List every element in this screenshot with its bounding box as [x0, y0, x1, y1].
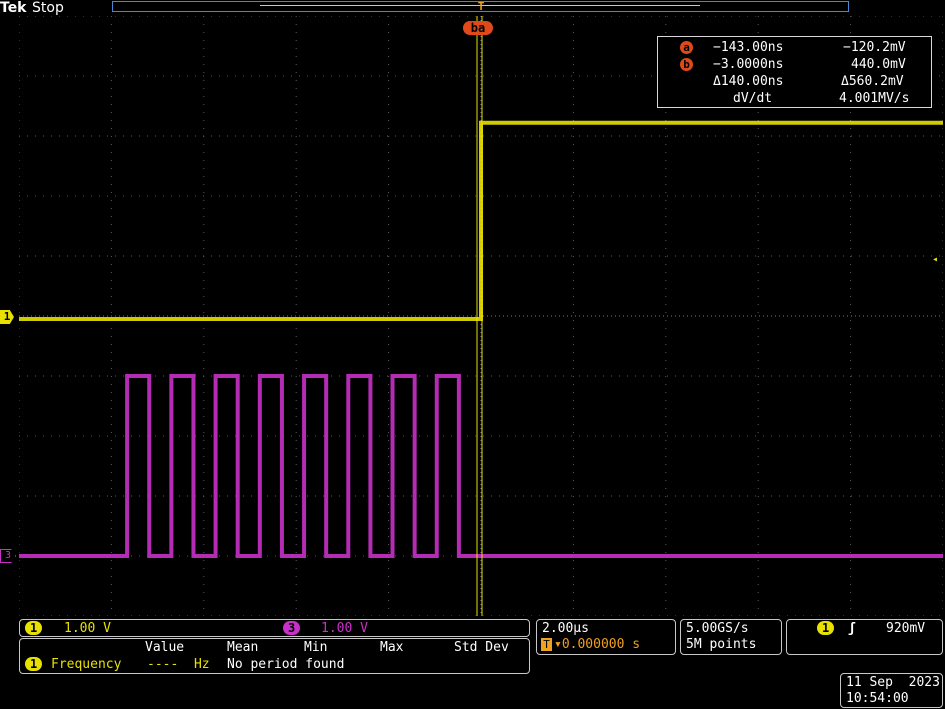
meas-status: No period found [227, 657, 345, 672]
cursor-b-value: 440.0mV [851, 57, 906, 72]
ch1-scale[interactable]: 1.00 V [64, 621, 111, 636]
traces [19, 120, 943, 558]
meas-header-mean: Mean [227, 640, 259, 655]
meas-name[interactable]: Frequency [51, 657, 121, 672]
date: 11 Sep 2023 [846, 675, 940, 690]
cursor-b-time: −3.0000ns [713, 57, 784, 72]
trigger-slope-icon: ʃ [848, 621, 856, 636]
cursor-delta-row: Δ140.00ns Δ560.2mV [658, 74, 933, 90]
trigger-delay-icon: T [541, 638, 552, 651]
cursor-b-badge: b [680, 58, 693, 71]
tek-logo: Tek [0, 0, 27, 16]
cursor-delta-value: Δ560.2mV [841, 74, 904, 89]
cursor-b-row: b −3.0000ns 440.0mV [658, 57, 933, 73]
datetime-panel: 11 Sep 2023 10:54:00 [840, 673, 943, 708]
trigger-level-marker[interactable]: ◂ [932, 255, 944, 265]
cursor-slope-value: 4.001MV/s [839, 91, 910, 106]
trigger-source-badge: 1 [817, 621, 835, 635]
meas-header-max: Max [380, 640, 404, 655]
channel-scale-panel[interactable]: 1 1.00 V 3 1.00 V [19, 619, 530, 637]
cursor-pair-badge[interactable]: ba [463, 21, 493, 35]
cursor-a-badge: a [680, 41, 693, 54]
meas-source-badge: 1 [25, 657, 43, 671]
cursor-readout[interactable]: a −143.00ns −120.2mV b −3.0000ns 440.0mV… [657, 36, 932, 108]
measurement-panel[interactable]: Value Mean Min Max Std Dev 1 Frequency -… [19, 638, 530, 674]
meas-header-min: Min [304, 640, 328, 655]
ch1-ground-marker[interactable]: 1 [0, 310, 14, 324]
trigger-delay: ▾0.000000 s [554, 637, 641, 652]
acquisition-panel[interactable]: 5.00GS/s 5M points [680, 619, 782, 655]
ch3-scale[interactable]: 1.00 V [321, 621, 368, 636]
sample-rate: 5.00GS/s [686, 621, 749, 636]
top-bar: Tek Stop [0, 0, 945, 16]
horizontal-panel[interactable]: 2.00µs T ▾0.000000 s [536, 619, 676, 655]
ch1-scale-badge: 1 [25, 621, 43, 635]
trigger-panel[interactable]: 1 ʃ 920mV [786, 619, 943, 655]
cursor-delta-time: Δ140.00ns [713, 74, 784, 89]
ch3-scale-badge: 3 [283, 621, 301, 635]
meas-header-stddev: Std Dev [454, 640, 509, 655]
cursor-slope-label: dV/dt [733, 91, 773, 106]
time: 10:54:00 [846, 691, 909, 706]
cursor-a-time: −143.00ns [713, 40, 784, 55]
ch1-trace [19, 120, 943, 321]
meas-value: ---- Hz [147, 657, 210, 672]
time-per-div: 2.00µs [542, 621, 589, 636]
trigger-level: 920mV [886, 621, 926, 636]
trigger-position-marker[interactable]: T [475, 0, 487, 14]
meas-header-value: Value [145, 640, 185, 655]
ch3-ground-marker[interactable]: 3 [0, 549, 16, 563]
cursor-a-value: −120.2mV [843, 40, 906, 55]
record-length: 5M points [686, 637, 757, 652]
run-status[interactable]: Stop [32, 0, 64, 16]
cursor-a-row: a −143.00ns −120.2mV [658, 40, 933, 56]
cursor-slope-row: dV/dt 4.001MV/s [658, 91, 933, 107]
